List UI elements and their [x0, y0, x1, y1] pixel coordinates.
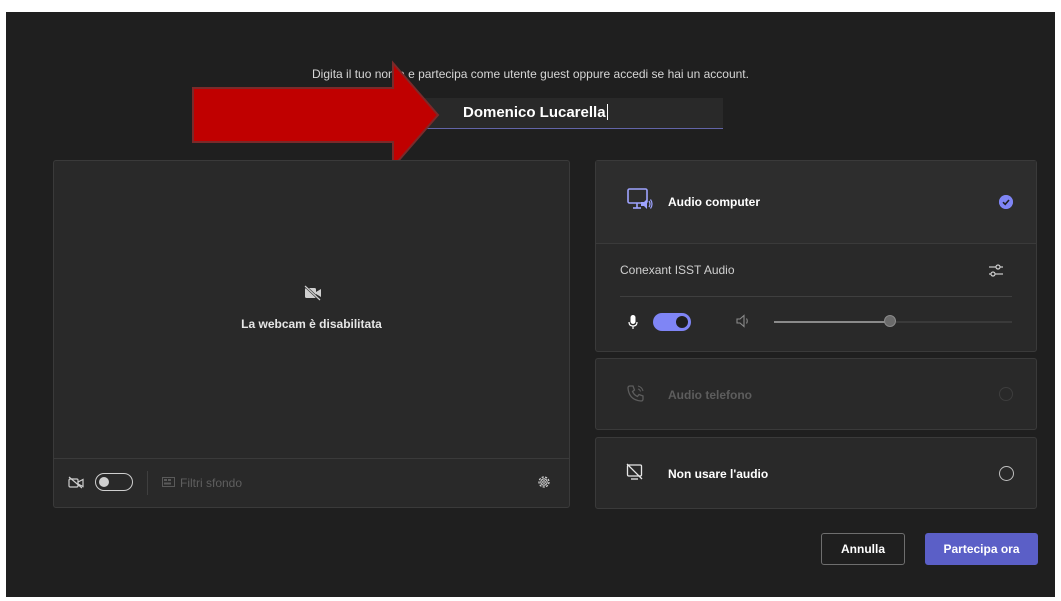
video-stage: La webcam è disabilitata — [54, 161, 569, 459]
camera-off-icon — [304, 285, 321, 301]
camera-toggle[interactable] — [95, 473, 133, 491]
join-now-button[interactable]: Partecipa ora — [925, 533, 1038, 565]
no-audio-title: Non usare l'audio — [668, 467, 769, 481]
device-divider — [620, 296, 1012, 297]
cancel-button[interactable]: Annulla — [821, 533, 905, 565]
no-audio-option[interactable]: Non usare l'audio — [595, 437, 1037, 509]
audio-settings-sliders-icon[interactable] — [988, 263, 1004, 279]
video-preview-panel: La webcam è disabilitata Filtri sfondo — [53, 160, 570, 508]
background-filters-button[interactable]: Filtri sfondo — [180, 476, 242, 490]
volume-slider-thumb[interactable] — [884, 315, 896, 327]
audio-device-name[interactable]: Conexant ISST Audio — [620, 263, 735, 277]
background-filters-icon — [162, 477, 175, 487]
audio-phone-option[interactable]: Audio telefono — [595, 358, 1037, 430]
toggle-knob — [676, 316, 688, 328]
no-audio-radio[interactable] — [999, 466, 1014, 481]
microphone-toggle[interactable] — [653, 313, 691, 331]
volume-slider-track[interactable] — [774, 321, 892, 323]
name-input-value: Domenico Lucarella — [463, 104, 608, 121]
computer-audio-icon — [627, 188, 653, 209]
device-settings-gear-icon[interactable] — [536, 474, 552, 490]
microphone-icon — [628, 315, 638, 329]
audio-phone-title: Audio telefono — [668, 388, 752, 402]
selected-check-icon — [999, 195, 1013, 209]
teams-prejoin-screen: Digita il tuo nome e partecipa come uten… — [6, 12, 1055, 597]
join-prompt: Digita il tuo nome e partecipa come uten… — [312, 67, 749, 81]
audio-computer-header[interactable]: Audio computer — [596, 161, 1036, 244]
camera-off-text: La webcam è disabilitata — [241, 317, 382, 331]
audio-computer-option[interactable]: Audio computer Conexant ISST Audio — [595, 160, 1037, 352]
toggle-knob — [99, 477, 109, 487]
video-toolbar: Filtri sfondo — [54, 458, 569, 507]
toolbar-divider — [147, 471, 148, 495]
speaker-volume-icon — [736, 314, 748, 328]
camera-off-small-icon — [68, 476, 84, 489]
phone-audio-icon — [627, 385, 644, 402]
audio-computer-title: Audio computer — [668, 195, 760, 209]
red-arrow-annotation — [192, 60, 440, 170]
audio-phone-radio[interactable] — [999, 387, 1013, 401]
volume-slider-remaining[interactable] — [892, 321, 1012, 323]
no-audio-icon — [626, 463, 643, 480]
text-caret — [606, 104, 608, 120]
name-input[interactable]: Domenico Lucarella — [423, 98, 723, 129]
